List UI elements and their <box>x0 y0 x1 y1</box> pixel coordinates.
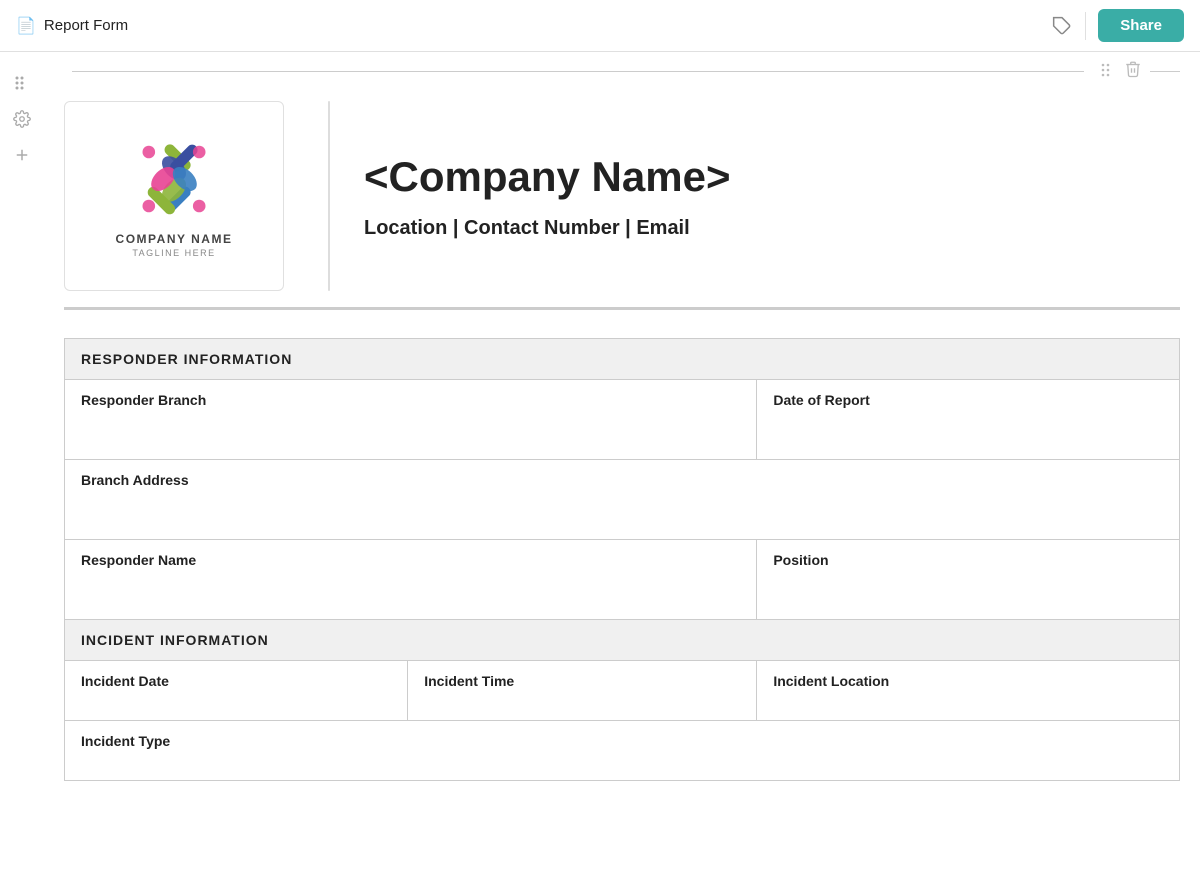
responder-name-cell: Responder Name <box>65 539 757 619</box>
app-title: Report Form <box>44 17 128 34</box>
settings-icon[interactable] <box>11 108 33 130</box>
form-section: RESPONDER INFORMATION Responder Branch D… <box>64 338 1180 781</box>
incident-fields-row: Incident Date Incident Time Incident Loc… <box>65 660 1180 720</box>
incident-type-cell: Incident Type <box>65 720 1180 780</box>
company-contact-line: Location | Contact Number | Email <box>364 217 690 240</box>
responder-branch-cell: Responder Branch <box>65 379 757 459</box>
top-bar-left: 📄 Report Form <box>16 16 128 36</box>
responder-branch-label: Responder Branch <box>81 392 740 408</box>
branch-address-label: Branch Address <box>81 472 1163 488</box>
incident-type-label: Incident Type <box>81 733 1163 749</box>
incident-section-header: INCIDENT INFORMATION <box>65 619 1180 660</box>
incident-location-cell: Incident Location <box>757 660 1180 720</box>
header-bottom-divider <box>64 308 1180 310</box>
logo-company-name: COMPANY NAME <box>116 232 233 246</box>
logo-tagline: TAGLINE HERE <box>132 248 215 258</box>
incident-type-row: Incident Type <box>65 720 1180 780</box>
incident-time-label: Incident Time <box>424 673 740 689</box>
responder-name-row: Responder Name Position <box>65 539 1180 619</box>
section-dots-icon[interactable] <box>1100 62 1116 81</box>
delete-section-icon[interactable] <box>1124 60 1142 83</box>
branch-address-row: Branch Address <box>65 459 1180 539</box>
share-button[interactable]: Share <box>1098 9 1184 42</box>
top-bar: 📄 Report Form Share <box>0 0 1200 52</box>
company-name-heading: <Company Name> <box>364 153 730 201</box>
position-label: Position <box>773 552 1163 568</box>
date-of-report-cell: Date of Report <box>757 379 1180 459</box>
logo-box: COMPANY NAME TAGLINE HERE <box>64 101 284 291</box>
incident-header-row: INCIDENT INFORMATION <box>65 619 1180 660</box>
form-table: RESPONDER INFORMATION Responder Branch D… <box>64 338 1180 781</box>
company-info: <Company Name> Location | Contact Number… <box>354 101 1180 291</box>
date-of-report-label: Date of Report <box>773 392 1163 408</box>
branch-address-cell: Branch Address <box>65 459 1180 539</box>
responder-header-row: RESPONDER INFORMATION <box>65 338 1180 379</box>
form-header: COMPANY NAME TAGLINE HERE <Company Name>… <box>64 83 1180 308</box>
incident-date-label: Incident Date <box>81 673 391 689</box>
document-icon: 📄 <box>16 16 36 36</box>
tag-icon[interactable] <box>1051 15 1073 37</box>
responder-branch-row: Responder Branch Date of Report <box>65 379 1180 459</box>
incident-location-label: Incident Location <box>773 673 1163 689</box>
incident-time-cell: Incident Time <box>408 660 757 720</box>
position-cell: Position <box>757 539 1180 619</box>
main-area: COMPANY NAME TAGLINE HERE <Company Name>… <box>0 52 1200 781</box>
top-bar-right: Share <box>1051 9 1184 42</box>
incident-date-cell: Incident Date <box>65 660 408 720</box>
add-icon[interactable] <box>11 144 33 166</box>
top-divider-line <box>72 71 1084 72</box>
form-content: COMPANY NAME TAGLINE HERE <Company Name>… <box>44 52 1200 781</box>
header-vertical-divider <box>328 101 330 291</box>
sidebar <box>0 52 44 781</box>
company-logo <box>129 134 219 224</box>
top-divider-right <box>1150 71 1180 72</box>
grid-dots-icon[interactable] <box>11 72 33 94</box>
responder-name-label: Responder Name <box>81 552 740 568</box>
top-divider-area <box>64 52 1180 83</box>
responder-section-header: RESPONDER INFORMATION <box>65 338 1180 379</box>
toolbar-divider <box>1085 12 1086 40</box>
